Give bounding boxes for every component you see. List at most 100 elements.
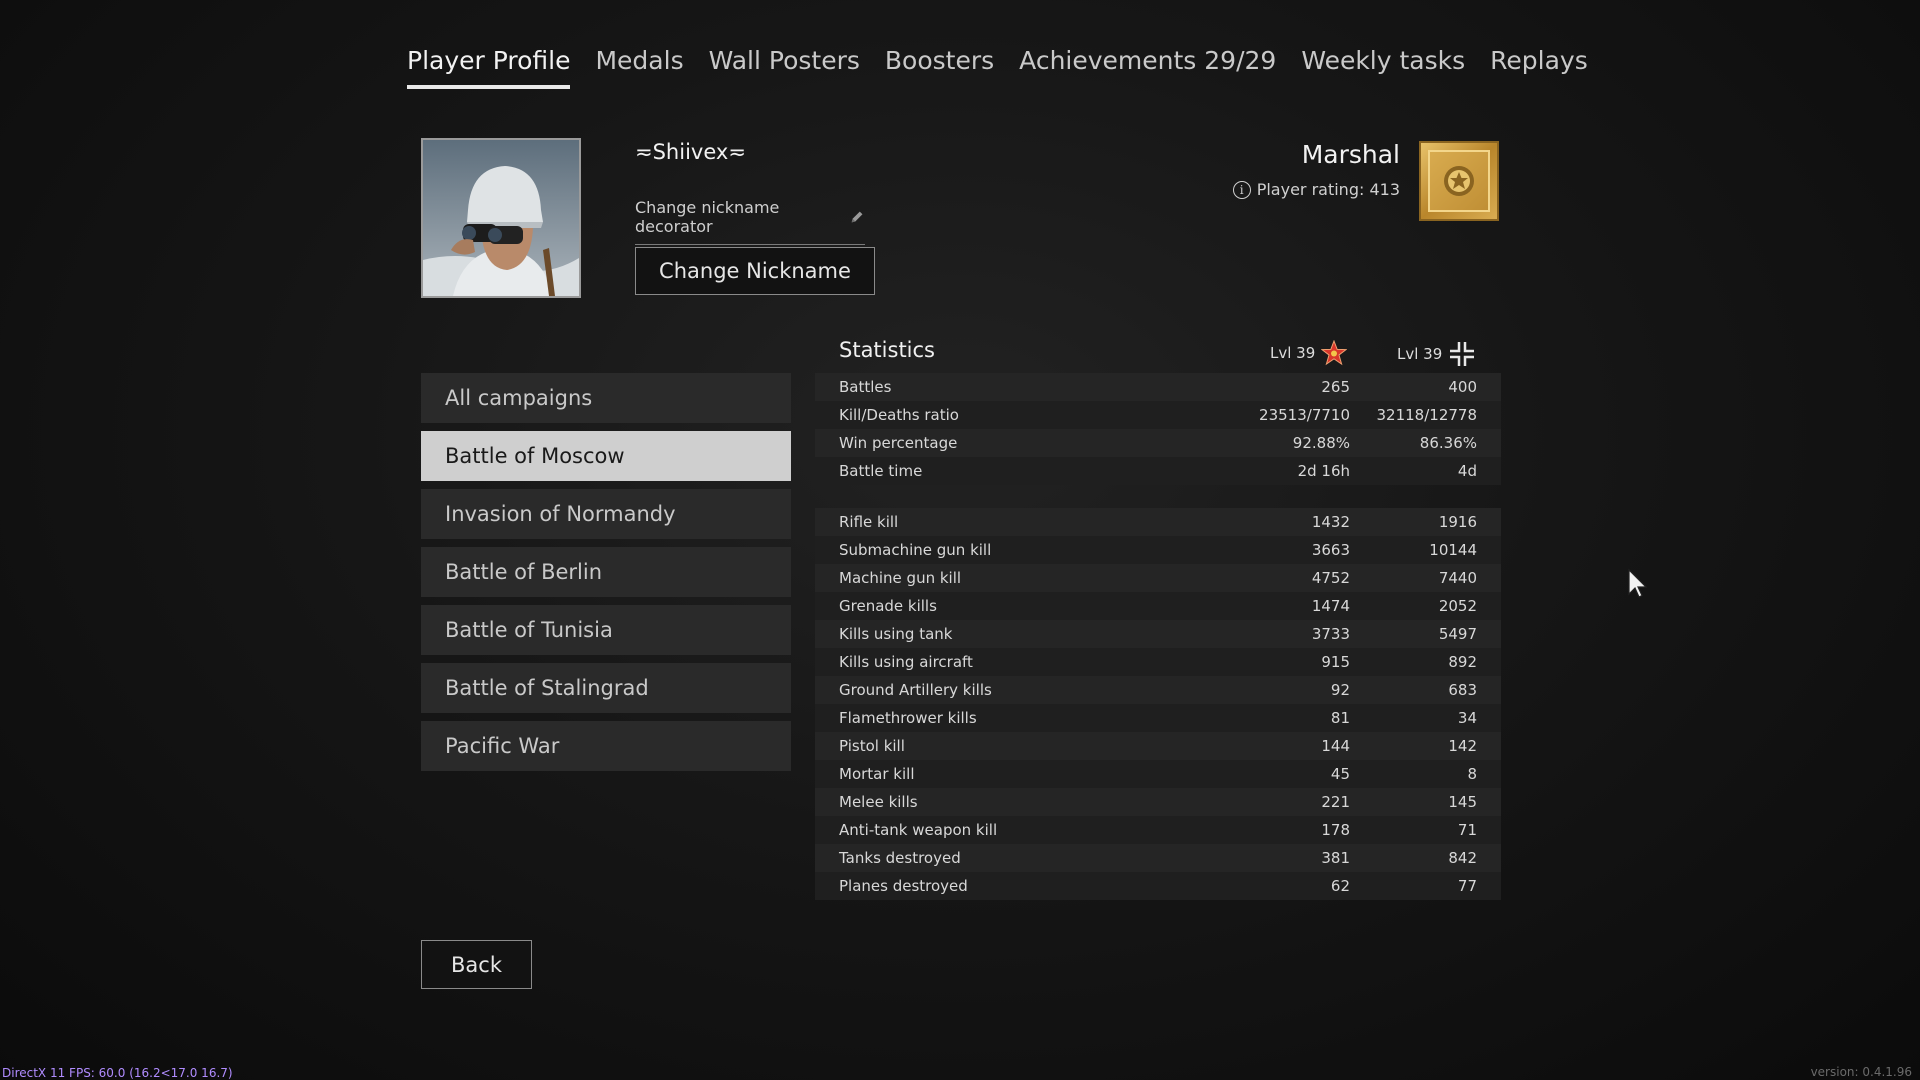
stat-axis-value: 145 [1448,793,1477,811]
stat-allies-value: 45 [1330,765,1350,783]
campaign-normandy[interactable]: Invasion of Normandy [421,489,791,539]
stat-allies-value: 221 [1321,793,1350,811]
stat-axis-value: 86.36% [1419,434,1477,452]
stat-axis-value: 2052 [1438,597,1477,615]
table-row: Battle time 2d 16h 4d [815,457,1501,485]
axis-level: Lvl 39 [1397,340,1476,368]
marshal-rank-icon [1419,141,1499,221]
stat-allies-value: 3663 [1311,541,1350,559]
stat-axis-value: 142 [1448,737,1477,755]
stat-axis-value: 7440 [1438,569,1477,587]
stat-label: Kills using aircraft [839,653,973,671]
table-row: Machine gun kill 4752 7440 [815,564,1501,592]
stat-axis-value: 77 [1457,877,1477,895]
allies-level: Lvl 39 [1270,340,1348,366]
stat-label: Grenade kills [839,597,937,615]
rank-title: Marshal [1301,140,1400,169]
player-rating: i Player rating: 413 [1232,180,1400,199]
stat-allies-value: 178 [1321,821,1350,839]
stat-label: Planes destroyed [839,877,968,895]
tab-wall-posters[interactable]: Wall Posters [709,46,860,85]
decorator-label: Change nickname decorator [635,198,780,236]
stat-allies-value: 3733 [1311,625,1350,643]
fps-counter: DirectX 11 FPS: 60.0 (16.2<17.0 16.7) [2,1066,233,1080]
campaign-tunisia[interactable]: Battle of Tunisia [421,605,791,655]
stat-label: Kill/Deaths ratio [839,406,959,424]
nickname: ≂Shiivex≂ [635,140,746,164]
tab-weekly-tasks[interactable]: Weekly tasks [1301,46,1465,85]
stat-allies-value: 1432 [1311,513,1350,531]
table-row: Win percentage 92.88% 86.36% [815,429,1501,457]
table-row: Kill/Deaths ratio 23513/7710 32118/12778 [815,401,1501,429]
stat-label: Ground Artillery kills [839,681,992,699]
campaign-pacific[interactable]: Pacific War [421,721,791,771]
campaign-list: All campaigns Battle of Moscow Invasion … [421,373,791,779]
table-row: Tanks destroyed 381 842 [815,844,1501,872]
statistics-header: Statistics Lvl 39 Lvl 39 [815,330,1501,370]
stat-axis-value: 8 [1467,765,1477,783]
tab-replays[interactable]: Replays [1490,46,1588,85]
table-row: Pistol kill 144 142 [815,732,1501,760]
stat-label: Melee kills [839,793,918,811]
tab-player-profile[interactable]: Player Profile [407,46,571,89]
stat-label: Mortar kill [839,765,915,783]
stat-axis-value: 842 [1448,849,1477,867]
campaign-all[interactable]: All campaigns [421,373,791,423]
stat-label: Win percentage [839,434,958,452]
stat-allies-value: 62 [1330,877,1350,895]
allies-level-text: Lvl 39 [1270,344,1316,362]
tab-achievements[interactable]: Achievements 29/29 [1019,46,1276,85]
stat-label: Flamethrower kills [839,709,977,727]
stat-label: Submachine gun kill [839,541,992,559]
stat-allies-value: 23513/7710 [1259,406,1350,424]
table-row: Kills using aircraft 915 892 [815,648,1501,676]
statistics-title: Statistics [839,338,935,362]
player-rating-text: Player rating: 413 [1256,180,1400,199]
stat-axis-value: 400 [1448,378,1477,396]
tab-medals[interactable]: Medals [595,46,683,85]
stat-label: Rifle kill [839,513,899,531]
general-stats-table: Battles 265 400 Kill/Deaths ratio 23513/… [815,373,1501,485]
table-row: Melee kills 221 145 [815,788,1501,816]
kill-stats-table: Rifle kill 1432 1916 Submachine gun kill… [815,508,1501,900]
campaign-moscow[interactable]: Battle of Moscow [421,431,791,481]
stat-axis-value: 5497 [1438,625,1477,643]
stat-allies-value: 4752 [1311,569,1350,587]
table-row: Kills using tank 3733 5497 [815,620,1501,648]
profile-screen: Player Profile Medals Wall Posters Boost… [0,0,1920,1080]
top-tabs: Player Profile Medals Wall Posters Boost… [407,46,1588,89]
red-star-icon [1321,340,1348,366]
stat-label: Tanks destroyed [839,849,961,867]
table-row: Submachine gun kill 3663 10144 [815,536,1501,564]
mouse-cursor-icon [1628,568,1648,598]
stat-axis-value: 1916 [1438,513,1477,531]
change-nickname-button[interactable]: Change Nickname [635,247,875,295]
change-decorator-link[interactable]: Change nickname decorator [635,198,865,245]
stat-label: Kills using tank [839,625,953,643]
stat-allies-value: 92.88% [1292,434,1350,452]
stat-allies-value: 144 [1321,737,1350,755]
stat-axis-value: 32118/12778 [1376,406,1478,424]
stat-axis-value: 34 [1457,709,1477,727]
campaign-stalingrad[interactable]: Battle of Stalingrad [421,663,791,713]
avatar[interactable] [421,138,581,298]
version-label: version: 0.4.1.96 [1810,1065,1912,1079]
tab-boosters[interactable]: Boosters [885,46,994,85]
table-row: Grenade kills 1474 2052 [815,592,1501,620]
stat-axis-value: 10144 [1429,541,1477,559]
stat-label: Pistol kill [839,737,905,755]
stat-allies-value: 1474 [1311,597,1350,615]
info-icon[interactable]: i [1232,180,1251,199]
axis-level-text: Lvl 39 [1397,345,1443,363]
pencil-icon [851,211,863,223]
back-button[interactable]: Back [421,940,532,989]
stat-allies-value: 81 [1330,709,1350,727]
stat-label: Anti-tank weapon kill [839,821,998,839]
balkenkreuz-icon [1450,342,1475,366]
stat-axis-value: 4d [1457,462,1477,480]
stat-label: Battle time [839,462,923,480]
rank-star-icon [1444,166,1474,196]
stat-axis-value: 71 [1457,821,1477,839]
campaign-berlin[interactable]: Battle of Berlin [421,547,791,597]
soldier-portrait-icon [423,140,579,296]
